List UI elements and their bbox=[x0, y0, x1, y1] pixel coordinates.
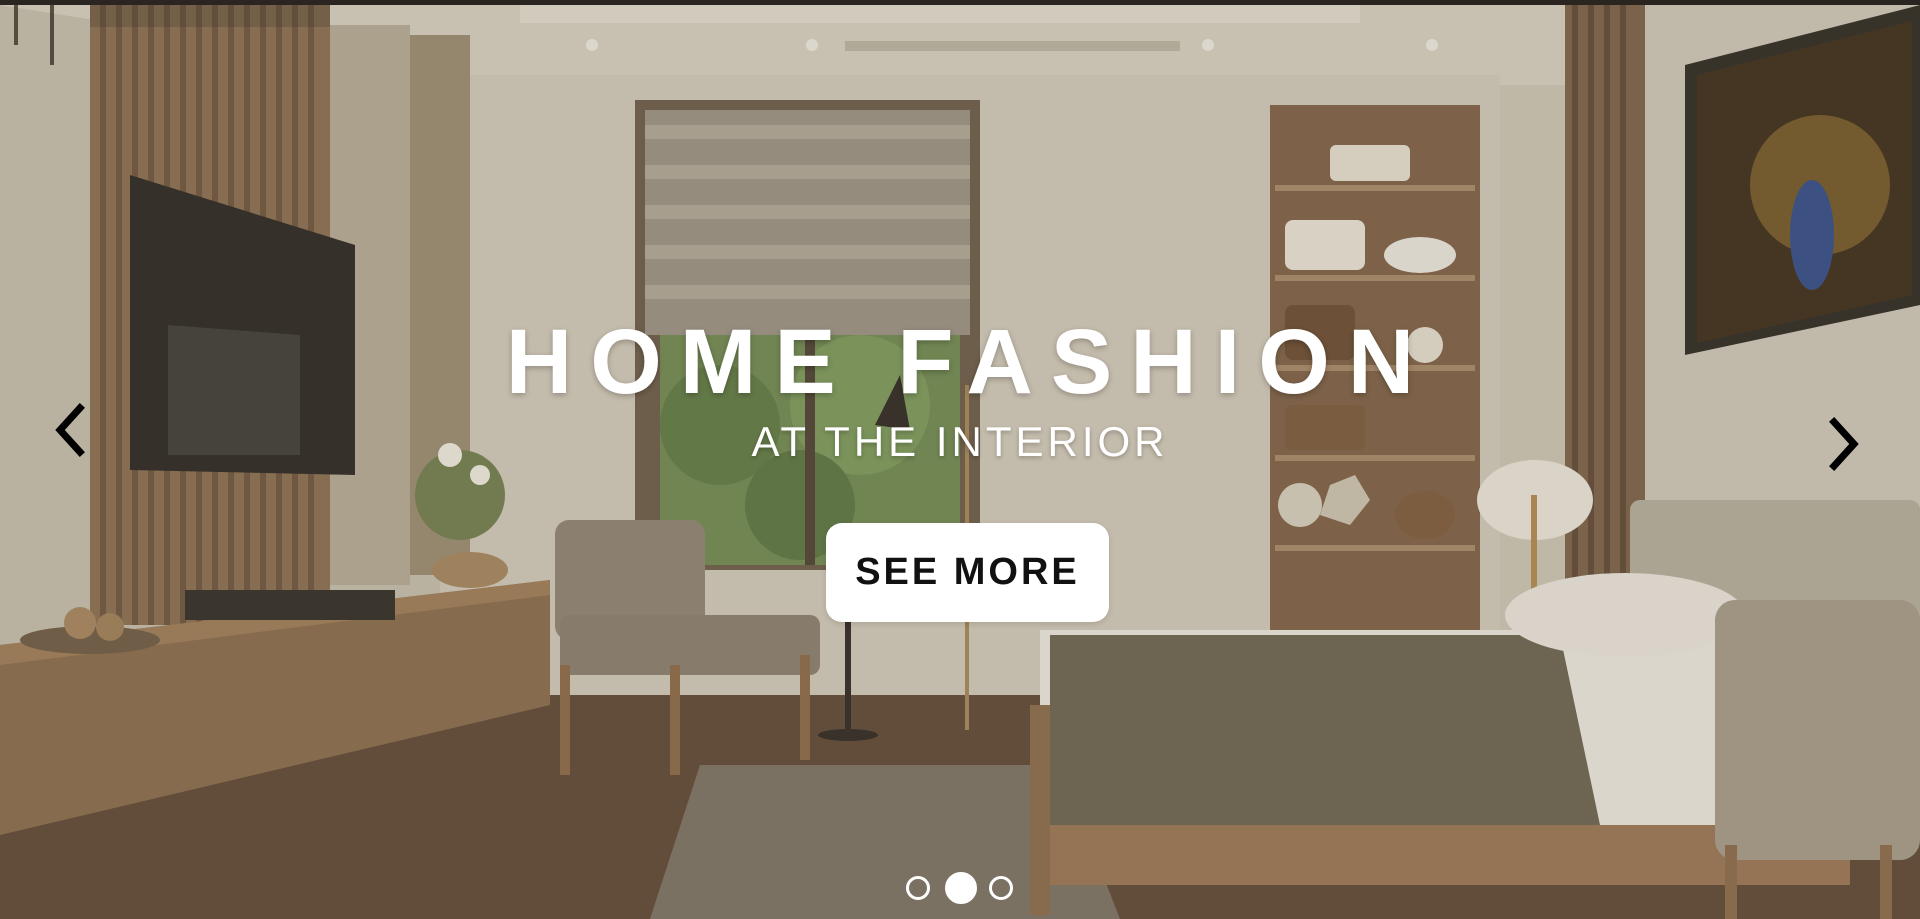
hero-carousel: HOME FASHION AT THE INTERIOR SEE MORE bbox=[0, 0, 1920, 919]
chevron-left-icon bbox=[55, 403, 85, 457]
carousel-dot-1[interactable] bbox=[906, 876, 930, 900]
hero-subheadline: AT THE INTERIOR bbox=[751, 418, 1169, 465]
carousel-prev-button[interactable] bbox=[42, 390, 102, 470]
hero-headline: HOME FASHION bbox=[505, 311, 1433, 413]
brand-logo bbox=[14, 5, 330, 65]
chevron-right-icon bbox=[1829, 417, 1859, 471]
carousel-next-button[interactable] bbox=[1812, 404, 1872, 484]
carousel-dot-2-active[interactable] bbox=[945, 872, 977, 904]
carousel-pagination bbox=[905, 872, 1015, 906]
carousel-dot-3[interactable] bbox=[989, 876, 1013, 900]
see-more-button[interactable]: SEE MORE bbox=[826, 523, 1109, 622]
